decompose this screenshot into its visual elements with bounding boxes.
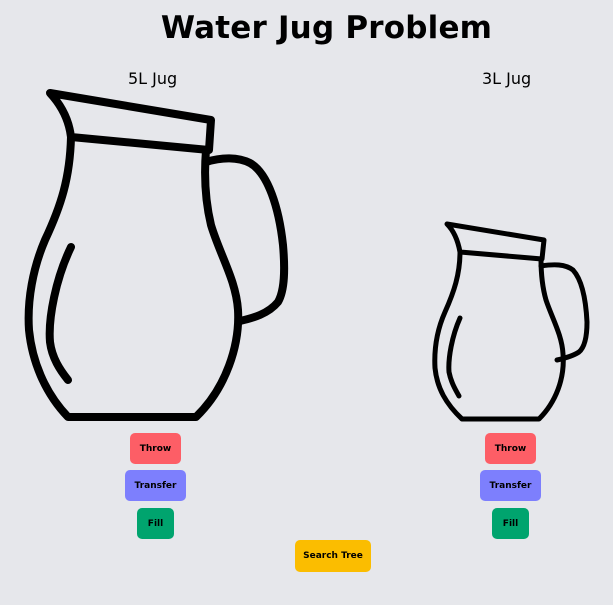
jug-3l-transfer-button[interactable]: Transfer xyxy=(480,470,541,501)
jug-3l-throw-button[interactable]: Throw xyxy=(485,433,536,464)
search-tree-button[interactable]: Search Tree xyxy=(295,540,371,572)
jug-3l-fill-button[interactable]: Fill xyxy=(492,508,529,539)
